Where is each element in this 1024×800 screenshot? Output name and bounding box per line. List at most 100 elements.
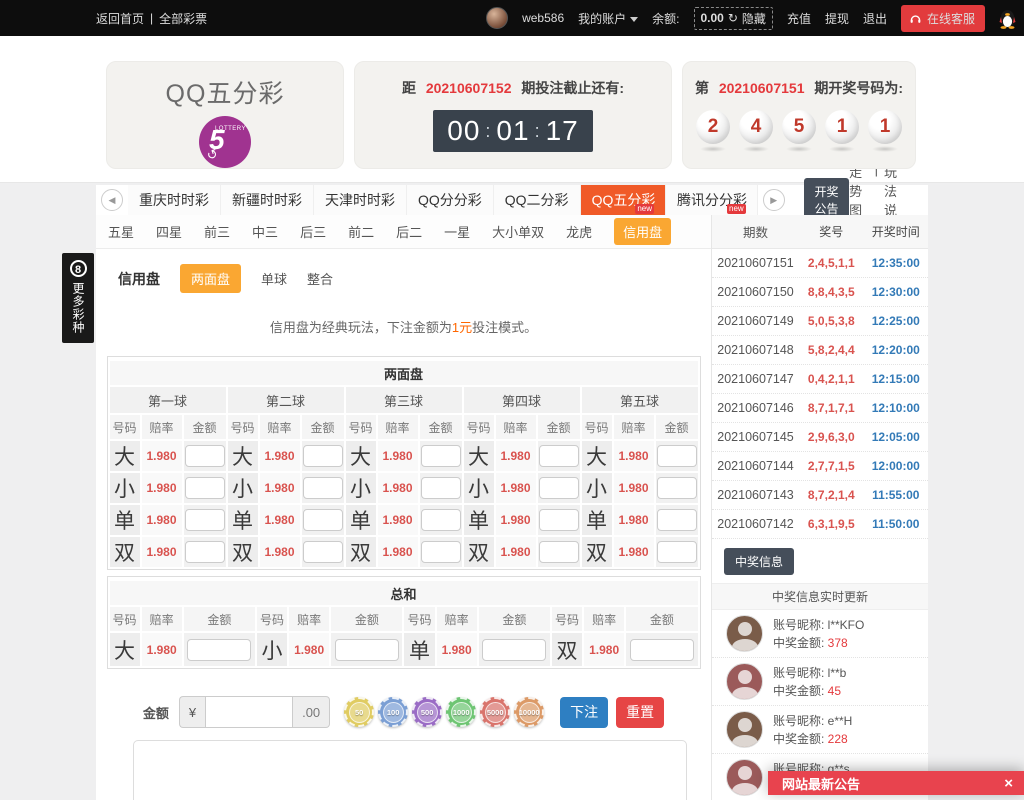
- chip-500[interactable]: 500: [412, 697, 442, 727]
- amount-input[interactable]: [185, 477, 225, 499]
- amount-input[interactable]: [657, 445, 697, 467]
- amount-input[interactable]: [303, 509, 343, 531]
- chip-1000[interactable]: 1000: [446, 697, 476, 727]
- result-row: 202106071470,4,2,1,112:15:00: [712, 365, 928, 394]
- subtab-后二[interactable]: 后二: [396, 222, 422, 241]
- odds-value: 1.980: [260, 473, 300, 503]
- amount-input[interactable]: [539, 445, 579, 467]
- winner-info-button[interactable]: 中奖信息: [724, 548, 794, 575]
- bet-option-sum-大[interactable]: 大: [110, 633, 140, 666]
- bet-option-双-ball4[interactable]: 双: [464, 537, 494, 567]
- bet-option-大-ball2[interactable]: 大: [228, 441, 258, 471]
- amount-input[interactable]: [539, 477, 579, 499]
- hide-balance-button[interactable]: 隐藏: [742, 10, 766, 27]
- play-mode-整合[interactable]: 整合: [307, 269, 333, 288]
- subtab-一星[interactable]: 一星: [444, 222, 470, 241]
- bet-option-小-ball3[interactable]: 小: [346, 473, 376, 503]
- recharge-link[interactable]: 充值: [787, 10, 811, 27]
- winner-list-header: 中奖信息实时更新: [712, 583, 928, 610]
- amount-input[interactable]: [657, 509, 697, 531]
- amount-input[interactable]: [421, 541, 461, 563]
- withdraw-link[interactable]: 提现: [825, 10, 849, 27]
- logout-link[interactable]: 退出: [863, 10, 887, 27]
- place-bet-button[interactable]: 下注: [560, 697, 608, 728]
- bet-option-小-ball1[interactable]: 小: [110, 473, 140, 503]
- bet-option-单-ball4[interactable]: 单: [464, 505, 494, 535]
- amount-cell: [656, 505, 698, 535]
- tab-腾讯分分彩[interactable]: 腾讯分分彩new: [666, 185, 758, 215]
- bet-option-大-ball4[interactable]: 大: [464, 441, 494, 471]
- chip-10000[interactable]: 10000: [514, 697, 544, 727]
- bet-option-大-ball3[interactable]: 大: [346, 441, 376, 471]
- bet-option-双-ball1[interactable]: 双: [110, 537, 140, 567]
- more-lottery-badge[interactable]: 8 更多彩种: [62, 253, 94, 343]
- bet-option-小-ball5[interactable]: 小: [582, 473, 612, 503]
- reset-button[interactable]: 重置: [616, 697, 664, 728]
- amount-input[interactable]: [185, 509, 225, 531]
- bet-option-单-ball3[interactable]: 单: [346, 505, 376, 535]
- bet-option-单-ball2[interactable]: 单: [228, 505, 258, 535]
- tab-QQ分分彩[interactable]: QQ分分彩: [407, 185, 494, 215]
- all-lottery-link[interactable]: 全部彩票: [159, 10, 207, 27]
- amount-input[interactable]: [303, 477, 343, 499]
- subtab-后三[interactable]: 后三: [300, 222, 326, 241]
- subtab-四星[interactable]: 四星: [156, 222, 182, 241]
- subtab-大小单双[interactable]: 大小单双: [492, 222, 544, 241]
- tab-QQ二分彩[interactable]: QQ二分彩: [494, 185, 581, 215]
- subtab-中三[interactable]: 中三: [252, 222, 278, 241]
- tab-QQ五分彩[interactable]: QQ五分彩new: [581, 185, 666, 215]
- bet-amount-input[interactable]: [205, 696, 293, 728]
- bet-option-双-ball2[interactable]: 双: [228, 537, 258, 567]
- countdown-suffix: 期投注截止还有:: [521, 80, 624, 96]
- tabs-prev-arrow-icon[interactable]: ◀: [101, 189, 123, 211]
- bet-option-sum-单[interactable]: 单: [404, 633, 434, 666]
- subtab-前二[interactable]: 前二: [348, 222, 374, 241]
- tab-天津时时彩[interactable]: 天津时时彩: [314, 185, 407, 215]
- amount-input[interactable]: [335, 639, 399, 661]
- bet-option-双-ball5[interactable]: 双: [582, 537, 612, 567]
- bet-option-小-ball4[interactable]: 小: [464, 473, 494, 503]
- amount-input[interactable]: [303, 541, 343, 563]
- bet-option-大-ball5[interactable]: 大: [582, 441, 612, 471]
- odds-value: 1.980: [496, 473, 536, 503]
- bet-option-单-ball5[interactable]: 单: [582, 505, 612, 535]
- subtab-前三[interactable]: 前三: [204, 222, 230, 241]
- bet-option-sum-双[interactable]: 双: [552, 633, 582, 666]
- bet-option-大-ball1[interactable]: 大: [110, 441, 140, 471]
- bet-option-单-ball1[interactable]: 单: [110, 505, 140, 535]
- chip-50[interactable]: 50: [344, 697, 374, 727]
- my-account-menu[interactable]: 我的账户: [578, 10, 638, 27]
- play-mode-两面盘[interactable]: 两面盘: [180, 264, 241, 293]
- refresh-icon[interactable]: ↻: [728, 11, 738, 25]
- chip-5000[interactable]: 5000: [480, 697, 510, 727]
- home-link[interactable]: 返回首页: [96, 10, 144, 27]
- bet-option-小-ball2[interactable]: 小: [228, 473, 258, 503]
- amount-input[interactable]: [185, 541, 225, 563]
- amount-input[interactable]: [185, 445, 225, 467]
- amount-input[interactable]: [303, 445, 343, 467]
- subtab-信用盘[interactable]: 信用盘: [614, 218, 671, 245]
- amount-input[interactable]: [482, 639, 546, 661]
- amount-input[interactable]: [187, 639, 251, 661]
- amount-input[interactable]: [657, 541, 697, 563]
- subtab-五星[interactable]: 五星: [108, 222, 134, 241]
- amount-input[interactable]: [421, 445, 461, 467]
- tabs-next-arrow-icon[interactable]: ▶: [763, 189, 785, 211]
- close-icon[interactable]: ×: [1004, 775, 1013, 792]
- amount-input[interactable]: [630, 639, 694, 661]
- tab-重庆时时彩[interactable]: 重庆时时彩: [128, 185, 221, 215]
- online-service-button[interactable]: 在线客服: [901, 5, 985, 32]
- winner-amount: 中奖金额: 45: [773, 682, 846, 700]
- tab-新疆时时彩[interactable]: 新疆时时彩: [221, 185, 314, 215]
- amount-input[interactable]: [539, 541, 579, 563]
- bet-option-双-ball3[interactable]: 双: [346, 537, 376, 567]
- amount-input[interactable]: [657, 477, 697, 499]
- play-mode-单球[interactable]: 单球: [261, 269, 287, 288]
- subtab-龙虎[interactable]: 龙虎: [566, 222, 592, 241]
- amount-input[interactable]: [539, 509, 579, 531]
- amount-input[interactable]: [421, 509, 461, 531]
- chip-100[interactable]: 100: [378, 697, 408, 727]
- qq-penguin-icon[interactable]: [999, 8, 1016, 29]
- amount-input[interactable]: [421, 477, 461, 499]
- bet-option-sum-小[interactable]: 小: [257, 633, 287, 666]
